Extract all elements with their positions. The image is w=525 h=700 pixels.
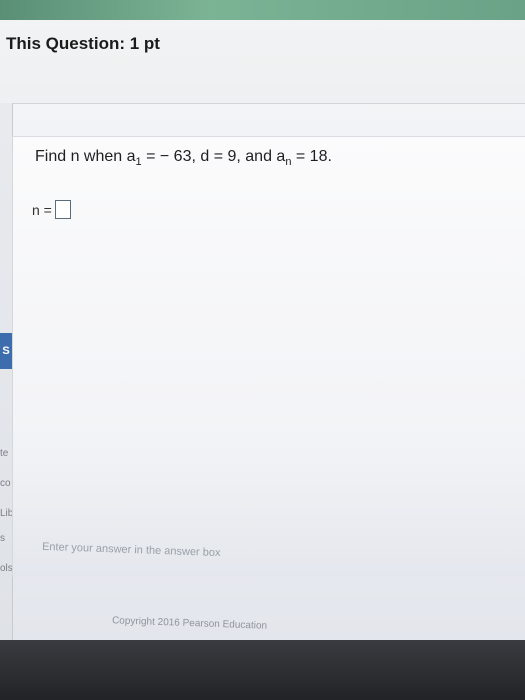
- question-middle: = − 63, d = 9, and a: [141, 148, 286, 165]
- question-prefix: Find n when a: [35, 148, 136, 165]
- copyright-text: Copyright 2016 Pearson Education: [111, 615, 268, 632]
- answer-row: n =: [32, 200, 71, 219]
- screen: This Question: 1 pt S te co Lib s ols Fi…: [0, 0, 525, 640]
- question-suffix: = 18.: [291, 148, 332, 165]
- question-prompt: Find n when a1 = − 63, d = 9, and an = 1…: [35, 148, 332, 168]
- monitor-bezel: [0, 640, 525, 700]
- answer-label: n =: [32, 201, 52, 218]
- header-stripe: [0, 0, 525, 20]
- answer-input-box[interactable]: [54, 200, 71, 219]
- sidebar-tab[interactable]: S: [0, 333, 12, 369]
- question-header: This Question: 1 pt: [0, 0, 525, 104]
- question-panel: [12, 136, 525, 577]
- question-points-title: This Question: 1 pt: [6, 34, 160, 53]
